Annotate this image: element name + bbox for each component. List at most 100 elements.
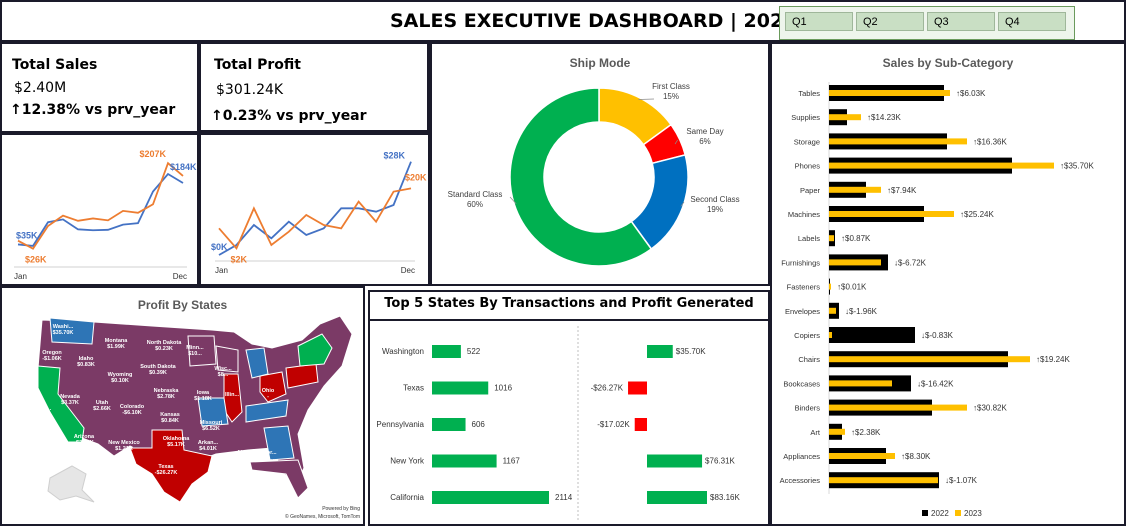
state-label: Texas [403, 384, 424, 393]
kpi-profit-change: ↑0.23% vs prv_year [211, 108, 367, 124]
profit-trend-panel: Jan Dec $0K $2K $28K $20K [199, 133, 430, 286]
profit-trend-chart: Jan Dec $0K$2K $28K $20K [211, 151, 427, 275]
change-label: ↑$2.38K [851, 428, 881, 437]
transactions-label: 522 [467, 347, 481, 356]
legend-label-2023: 2023 [964, 509, 982, 518]
map-state-value: $1.99K [107, 344, 125, 350]
profit-label: $76.31K [705, 457, 735, 466]
header-bar: SALES EXECUTIVE DASHBOARD | 2023 Q1 Q2 Q… [0, 0, 1126, 42]
change-label: ↑$8.30K [901, 452, 931, 461]
x-tick-label-last: Dec [401, 266, 415, 275]
category-label: Paper [800, 186, 821, 195]
top5-panel: Top 5 States By Transactions and Profit … [368, 290, 770, 526]
map-state-value: $5.17K [167, 442, 185, 448]
bar-2023 [829, 356, 1030, 363]
map-state-florida [249, 459, 309, 499]
profit-label: -$26.27K [591, 384, 624, 393]
ship-mode-donut-chart: First Class15% Same Day6% Second Class19% S… [448, 82, 740, 267]
kpi-sales-value: $2.40M [14, 80, 67, 96]
bar-2023 [829, 307, 836, 314]
x-tick-label-last: Dec [173, 272, 187, 281]
data-label: $20K [405, 172, 427, 182]
profit-map-panel: Profit By States Washi... $35.70K Oregon… [0, 286, 365, 526]
sales-trend-panel: Jan Dec $35K $26K $207K $184K [0, 133, 199, 286]
transactions-label: 606 [472, 420, 486, 429]
map-state-value: $1.18K [194, 396, 212, 402]
quarter-button-q4[interactable]: Q4 [998, 12, 1066, 31]
up-arrow-icon: ↑ [10, 102, 22, 118]
legend-label-2022: 2022 [931, 509, 949, 518]
bar-2023 [829, 186, 881, 193]
map-state-value: $1.21K [115, 446, 133, 452]
change-label: ↑$0.01K [837, 283, 867, 292]
transactions-label: 2114 [555, 493, 573, 502]
bar-2023 [829, 477, 938, 484]
data-label: $26K [25, 255, 47, 265]
series-line-2 [17, 161, 184, 250]
series-line-1 [218, 161, 412, 256]
bar-2023 [829, 162, 1054, 169]
change-label: ↓$-16.42K [917, 379, 954, 388]
category-label: Art [810, 428, 821, 437]
us-profit-map[interactable]: Washi...$35.70KOregon-$1.06K Idaho$0.83KM… [2, 288, 363, 524]
bar-2023 [829, 235, 834, 242]
category-label: Tables [798, 89, 820, 98]
data-label: $35K [16, 230, 38, 240]
bar-2023 [829, 428, 845, 435]
quarter-button-q1[interactable]: Q1 [785, 12, 853, 31]
data-label: $28K [383, 151, 405, 161]
change-label: ↑$14.23K [867, 113, 901, 122]
state-label: Washington [382, 347, 424, 356]
subcategory-panel: Sales by Sub-Category Tables ↑$6.03K Suppl… [770, 42, 1126, 526]
donut-label-pct: 15% [663, 92, 679, 101]
transactions-bar [432, 491, 549, 504]
map-state-value: $83... [36, 412, 50, 418]
kpi-profit-value: $301.24K [216, 82, 284, 98]
map-state-value: -$6.10K [122, 410, 142, 416]
subcategory-bar-chart: Tables ↑$6.03K Supplies ↑$14.23K Storage ↑$16… [780, 82, 1094, 518]
kpi-profit-title: Total Profit [214, 57, 301, 73]
map-state-value: -$1.06K [42, 356, 62, 362]
top5-bar-chart: Washington 522 $35.70K Texas 1016 -$26.27K Pen… [376, 326, 740, 520]
change-label: ↑$35.70K [1060, 162, 1094, 171]
bar-2023 [829, 114, 861, 121]
map-state-value: -$26.27K [155, 470, 178, 476]
category-label: Phones [795, 162, 821, 171]
map-state-value: $0.84K [161, 418, 179, 424]
legend-swatch-2022 [922, 510, 928, 516]
transactions-bar [432, 454, 497, 468]
map-state-value: $10... [188, 351, 202, 357]
bar-2023 [829, 138, 967, 145]
bar-2023 [829, 283, 831, 290]
bar-2023 [829, 211, 954, 217]
map-state-value: -$3.78K [74, 440, 94, 446]
change-label: ↓$-1.07K [945, 476, 978, 485]
map-state-value: $4.01K [199, 446, 217, 452]
map-state-value: $0.10K [111, 378, 129, 384]
quarter-button-q3[interactable]: Q3 [927, 12, 995, 31]
profit-bar [634, 418, 647, 431]
map-state-value: $0.23K [155, 346, 173, 352]
bar-2023 [829, 404, 967, 411]
change-label: ↓$-0.83K [921, 331, 954, 340]
map-state-value: $3.37K [61, 400, 79, 406]
donut-label-name: Standard Class [448, 190, 503, 199]
profit-label: $83.16K [710, 493, 740, 502]
bar-2023 [829, 332, 832, 338]
category-label: Storage [794, 137, 820, 146]
change-label: ↑$16.36K [973, 137, 1007, 146]
quarter-button-q2[interactable]: Q2 [856, 12, 924, 31]
change-label: ↑$6.03K [956, 89, 986, 98]
change-label: ↑$0.87K [841, 234, 871, 243]
map-state-value: $5.79K [236, 456, 254, 462]
category-label: Chairs [798, 355, 820, 364]
map-state-value: $8... [218, 372, 229, 378]
profit-bar [628, 381, 647, 395]
profit-bar [647, 491, 707, 504]
kpi-sales-card: Total Sales $2.40M ↑12.38% vs prv_year [0, 42, 199, 133]
change-label: ↑$30.82K [973, 404, 1007, 413]
profit-bar [647, 345, 673, 358]
map-state-name: Illin... [225, 392, 240, 398]
change-label: ↑$25.24K [960, 210, 994, 219]
up-arrow-icon: ↑ [211, 108, 223, 124]
